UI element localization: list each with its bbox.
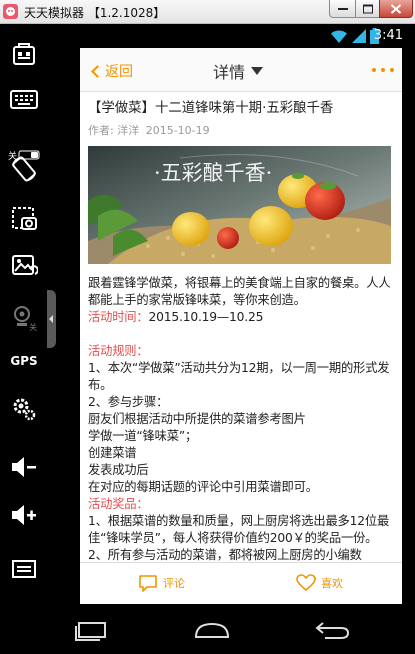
more-options-button[interactable] (372, 62, 394, 78)
rules-heading: 活动规则： (88, 344, 149, 358)
back-arrow-icon (315, 622, 350, 639)
more-dot-icon (372, 68, 376, 72)
status-time: 3:41 (373, 28, 403, 43)
publish-date: 2015-10-19 (145, 124, 210, 137)
back-nav-button[interactable] (308, 614, 358, 646)
window-titlebar: 天天模拟器 【1.2.1028】 (0, 0, 415, 24)
toolbar-collapse-handle[interactable] (47, 290, 56, 348)
caret-down-icon (251, 67, 264, 75)
minimize-icon (337, 7, 348, 10)
menu-icon (12, 560, 36, 578)
settings-button[interactable] (6, 392, 42, 426)
recent-apps-icon (75, 622, 106, 641)
camera-off-icon: 关 (14, 306, 37, 331)
close-icon (390, 3, 402, 14)
rules-line: 学做一道“锋味菜”； (88, 429, 198, 443)
heart-icon (296, 574, 316, 591)
hero-image[interactable]: ·五彩酿千香· (88, 146, 391, 264)
phone-screen: 返回 详情 【学做菜】十二道锋味第十期·五彩酿千香 作者: 洋洋 2015-10… (80, 48, 402, 604)
close-button[interactable] (379, 0, 413, 18)
back-label: 返回 (105, 64, 133, 80)
android-nav-bar (56, 604, 415, 654)
like-button[interactable]: 喜欢 (296, 574, 343, 592)
recent-apps-button[interactable] (66, 614, 116, 646)
android-status-bar: 3:41 (56, 24, 415, 48)
back-button[interactable]: 返回 (90, 60, 133, 82)
rotate-screen-icon (12, 156, 36, 182)
home-button[interactable] (187, 614, 237, 646)
screenshot-icon (12, 207, 37, 230)
app-logo-icon (3, 4, 18, 19)
activity-time-value: 2015.10.19—10.25 (148, 310, 264, 324)
app-header: 返回 详情 (80, 48, 402, 92)
svg-text:关: 关 (29, 322, 37, 331)
rules-line: 创建菜谱 (88, 446, 137, 460)
maximize-icon (362, 4, 373, 13)
prizes-heading: 活动奖品： (88, 497, 149, 511)
keyboard-icon (10, 90, 38, 109)
screenshot-button[interactable] (6, 202, 42, 236)
menu-button[interactable] (6, 552, 42, 586)
settings-icon (13, 398, 36, 421)
volume-down-icon (12, 457, 36, 477)
page-title-dropdown[interactable]: 详情 (213, 59, 264, 83)
camera-toggle-button[interactable]: 关 (6, 300, 42, 334)
more-dot-icon (381, 68, 385, 72)
app-store-button[interactable] (6, 36, 42, 70)
signal-icon (352, 29, 366, 43)
app-store-icon (13, 43, 35, 65)
gps-button[interactable]: GPS (6, 344, 42, 378)
article-meta: 作者: 洋洋 2015-10-19 (88, 121, 394, 141)
rules-line: 在对应的每期话题的评论中引用菜谱即可。 (88, 480, 318, 494)
prizes-line: 1、根据菜谱的数量和质量，网上厨房将选出最多12位最佳“锋味学员”，每人将获得价… (88, 514, 390, 545)
gallery-icon (12, 255, 38, 275)
hero-caption: ·五彩酿千香· (154, 161, 272, 185)
rules-line: 厨友们根据活动中所提供的菜谱参考图片 (88, 412, 306, 426)
like-label: 喜欢 (321, 577, 343, 590)
volume-up-icon (12, 505, 36, 525)
intro-paragraph: 跟着霆锋学做菜，将银幕上的美食端上自家的餐桌。人人都能上手的家常版锋味菜，等你来… (88, 276, 391, 307)
rules-line: 1、本次“学做菜”活动共分为12期，以一周一期的形式发布。 (88, 361, 390, 392)
maximize-button[interactable] (355, 0, 380, 18)
article-content[interactable]: 【学做菜】十二道锋味第十期·五彩酿千香 作者: 洋洋 2015-10-19 ·五… (88, 92, 394, 562)
minimize-button[interactable] (329, 0, 356, 18)
gallery-button[interactable] (6, 248, 42, 282)
article-action-bar: 评论 喜欢 (80, 562, 402, 604)
author-label: 作者: (88, 124, 114, 137)
keyboard-button[interactable] (6, 82, 42, 116)
comment-button[interactable]: 评论 (138, 574, 185, 592)
rules-line: 发表成功后 (88, 463, 149, 477)
page-title: 详情 (213, 63, 246, 82)
article-title: 【学做菜】十二道锋味第十期·五彩酿千香 (88, 101, 334, 116)
rotate-screen-button[interactable] (6, 152, 42, 186)
emulator-toolbar: 关 关 GPS (0, 24, 48, 654)
comment-icon (139, 575, 157, 592)
window-title: 天天模拟器 【1.2.1028】 (24, 6, 166, 20)
stuffed-peppers-photo: ·五彩酿千香· (88, 146, 391, 264)
prizes-line: 2、所有参与活动的菜谱，都将被网上厨房的小编数 (88, 548, 362, 562)
article-body: 跟着霆锋学做菜，将银幕上的美食端上自家的餐桌。人人都能上手的家常版锋味菜，等你来… (88, 275, 394, 562)
gps-label: GPS (10, 354, 38, 368)
more-dot-icon (390, 68, 394, 72)
author-name: 洋洋 (117, 124, 140, 137)
volume-down-button[interactable] (6, 450, 42, 484)
home-icon (194, 622, 230, 638)
rules-line: 2、参与步骤： (88, 395, 169, 409)
activity-time-label: 活动时间： (88, 310, 149, 324)
chevron-left-icon (91, 64, 104, 78)
wifi-icon (331, 30, 347, 43)
comment-label: 评论 (163, 577, 185, 590)
activity-time: 活动时间：2015.10.19—10.25 (88, 309, 394, 326)
volume-up-button[interactable] (6, 498, 42, 532)
